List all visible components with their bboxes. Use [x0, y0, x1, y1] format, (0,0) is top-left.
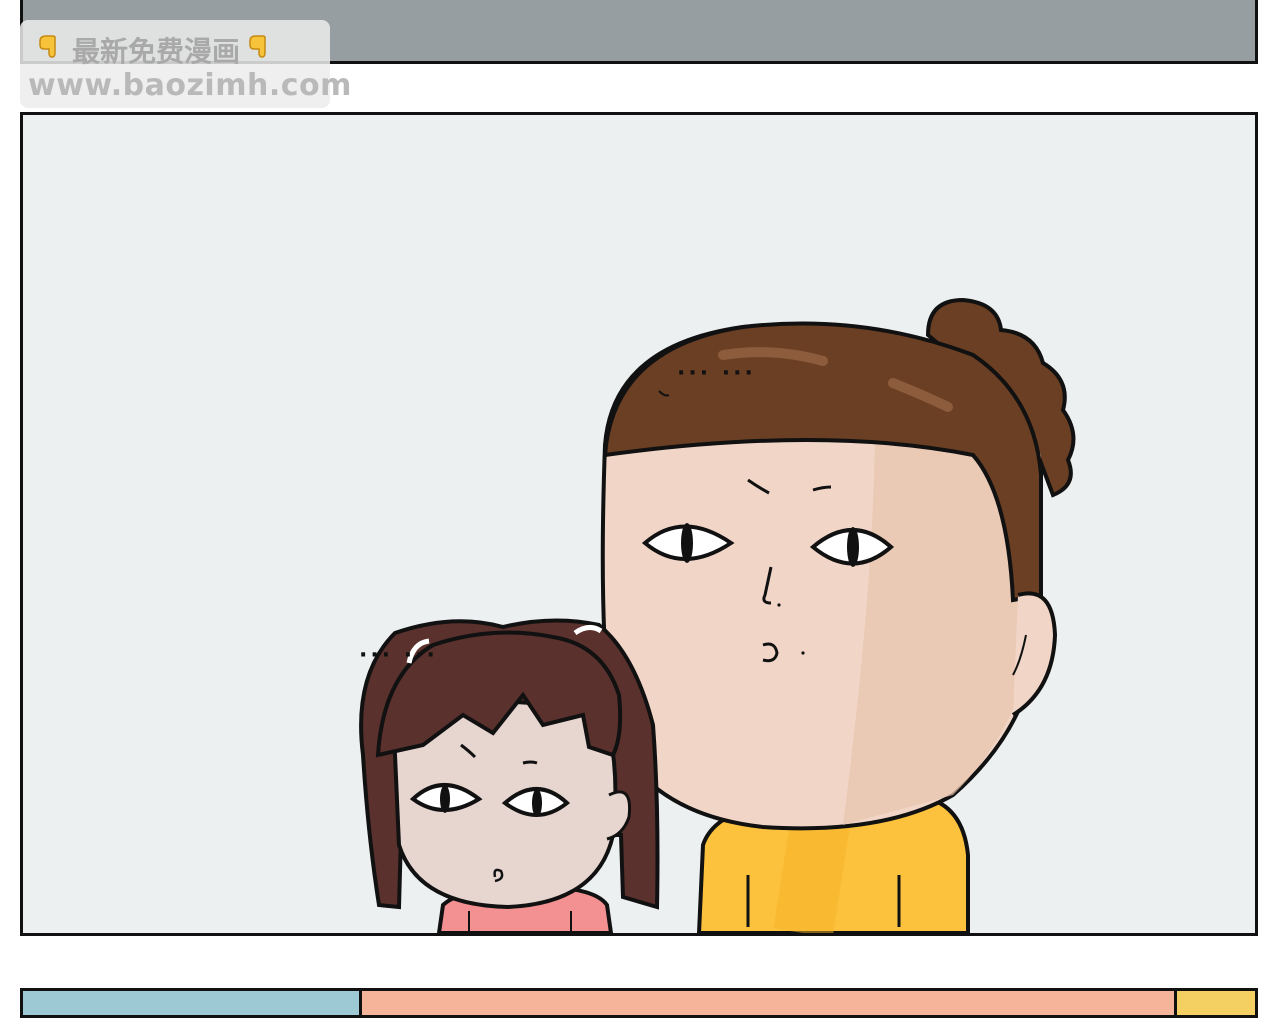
- bottom-panel-blue-section: [23, 991, 362, 1015]
- pointing-down-hand-icon: [39, 35, 56, 58]
- bottom-comic-panel: [20, 988, 1258, 1018]
- main-comic-panel: ··· ··· ··· ···: [20, 112, 1258, 936]
- boy-ellipsis-bubble: ··· ···: [677, 361, 756, 386]
- comic-artwork: [359, 297, 1076, 933]
- bottom-panel-yellow-section: [1174, 991, 1255, 1015]
- watermark-url: www.baozimh.com: [28, 68, 352, 103]
- pointing-down-hand-icon: [249, 35, 266, 58]
- boy-character: [600, 297, 1076, 933]
- boy-ear: [1011, 591, 1058, 717]
- watermark: 最新免费漫画 www.baozimh.com: [20, 20, 351, 108]
- watermark-title-row: 最新免费漫画: [34, 30, 278, 70]
- watermark-title: 最新免费漫画: [72, 35, 241, 68]
- girl-ellipsis-bubble: ··· ···: [359, 643, 438, 668]
